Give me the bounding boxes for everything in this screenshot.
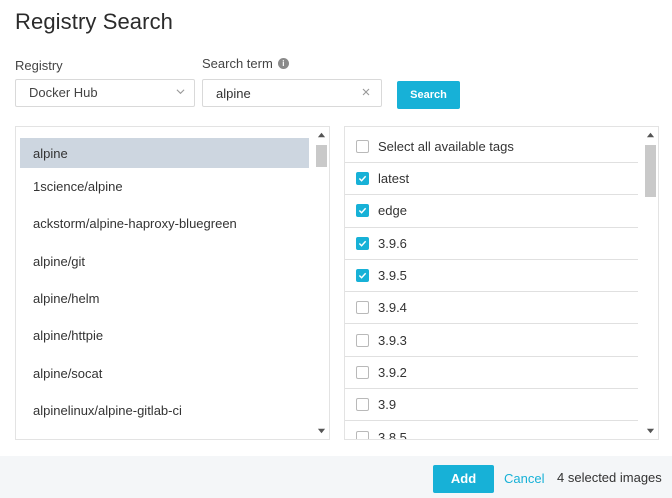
registry-label: Registry (15, 58, 63, 73)
tag-checkbox[interactable] (356, 333, 369, 347)
scrollbar-thumb[interactable] (645, 145, 656, 197)
tag-row[interactable]: 3.9.6 (345, 228, 638, 260)
tag-list-scrollbar[interactable] (643, 127, 658, 439)
image-list-item[interactable]: alpine/helm (20, 280, 309, 317)
info-icon[interactable]: i (277, 58, 289, 69)
cancel-button[interactable]: Cancel (504, 471, 544, 486)
tag-row[interactable]: edge (345, 195, 638, 228)
tag-checkbox[interactable] (356, 236, 369, 250)
check-icon (358, 175, 367, 182)
tag-checkbox[interactable] (356, 365, 369, 379)
image-list-item[interactable]: ackstorm/alpine-haproxy-bluegreen (20, 205, 309, 242)
image-list: alpine 1science/alpine ackstorm/alpine-hap… (16, 127, 314, 429)
close-icon[interactable] (360, 86, 372, 98)
select-all-tags-row[interactable]: Select all available tags (345, 131, 638, 163)
tag-checkbox[interactable] (356, 430, 369, 439)
chevron-down-icon (176, 89, 185, 95)
tag-row[interactable]: 3.9.5 (345, 260, 638, 293)
registry-select[interactable]: Docker Hub (15, 79, 195, 107)
tag-list: Select all available tags latest edge 3.9.… (345, 131, 639, 440)
tag-label: 3.9.4 (378, 300, 407, 316)
add-button[interactable]: Add (433, 465, 494, 493)
image-list-item[interactable]: alpine/httpie (20, 317, 309, 354)
select-all-label: Select all available tags (378, 139, 514, 154)
tag-row[interactable]: 3.9.2 (345, 357, 638, 390)
tag-row[interactable]: 3.9.3 (345, 324, 638, 357)
page-title: Registry Search (15, 9, 174, 34)
tag-label: 3.9.5 (378, 268, 407, 284)
tag-label: 3.8.5 (378, 429, 407, 440)
search-term-label-text: Search term (202, 56, 273, 71)
search-button[interactable]: Search (397, 81, 460, 109)
image-list-item[interactable]: alpine/socat (20, 354, 309, 391)
registry-select-value: Docker Hub (29, 85, 98, 100)
image-list-item[interactable]: alpinelinux/alpine-gitlab-ci (20, 392, 309, 429)
check-icon (358, 240, 367, 247)
image-list-scrollbar[interactable] (314, 127, 329, 439)
search-input[interactable] (216, 80, 356, 106)
tag-row[interactable]: 3.9.4 (345, 292, 638, 325)
image-results-list[interactable]: alpine 1science/alpine ackstorm/alpine-hap… (15, 126, 330, 440)
image-list-item[interactable]: 1science/alpine (20, 168, 309, 205)
selected-count: 4 selected images (557, 470, 662, 485)
tag-checkbox[interactable] (356, 204, 369, 218)
tag-list-panel[interactable]: Select all available tags latest edge 3.9.… (344, 126, 659, 440)
tag-row[interactable]: 3.9 (345, 389, 638, 422)
select-all-checkbox[interactable] (356, 140, 369, 153)
tag-checkbox[interactable] (356, 301, 369, 315)
image-list-item[interactable]: alpine (20, 138, 309, 168)
image-list-item[interactable]: alpine/git (20, 243, 309, 280)
scroll-down-arrow-icon[interactable] (646, 426, 655, 435)
tag-label: 3.9.3 (378, 332, 407, 348)
check-icon (358, 272, 367, 279)
check-icon (358, 208, 367, 215)
tag-checkbox[interactable] (356, 269, 369, 283)
tag-row[interactable]: 3.8.5 (345, 421, 638, 440)
tag-label: 3.9.2 (378, 364, 407, 380)
tag-label: 3.9 (378, 397, 397, 413)
tag-row[interactable]: latest (345, 163, 638, 196)
search-term-field[interactable] (202, 79, 382, 107)
scroll-up-arrow-icon[interactable] (646, 131, 655, 140)
scroll-down-arrow-icon[interactable] (317, 426, 326, 435)
tag-label: latest (378, 171, 410, 187)
search-term-label: Search term i (202, 56, 289, 71)
tag-checkbox[interactable] (356, 398, 369, 412)
tag-label: edge (378, 203, 407, 219)
tag-label: 3.9.6 (378, 235, 407, 251)
scrollbar-thumb[interactable] (316, 145, 327, 167)
scroll-up-arrow-icon[interactable] (317, 131, 326, 140)
tag-checkbox[interactable] (356, 172, 369, 186)
